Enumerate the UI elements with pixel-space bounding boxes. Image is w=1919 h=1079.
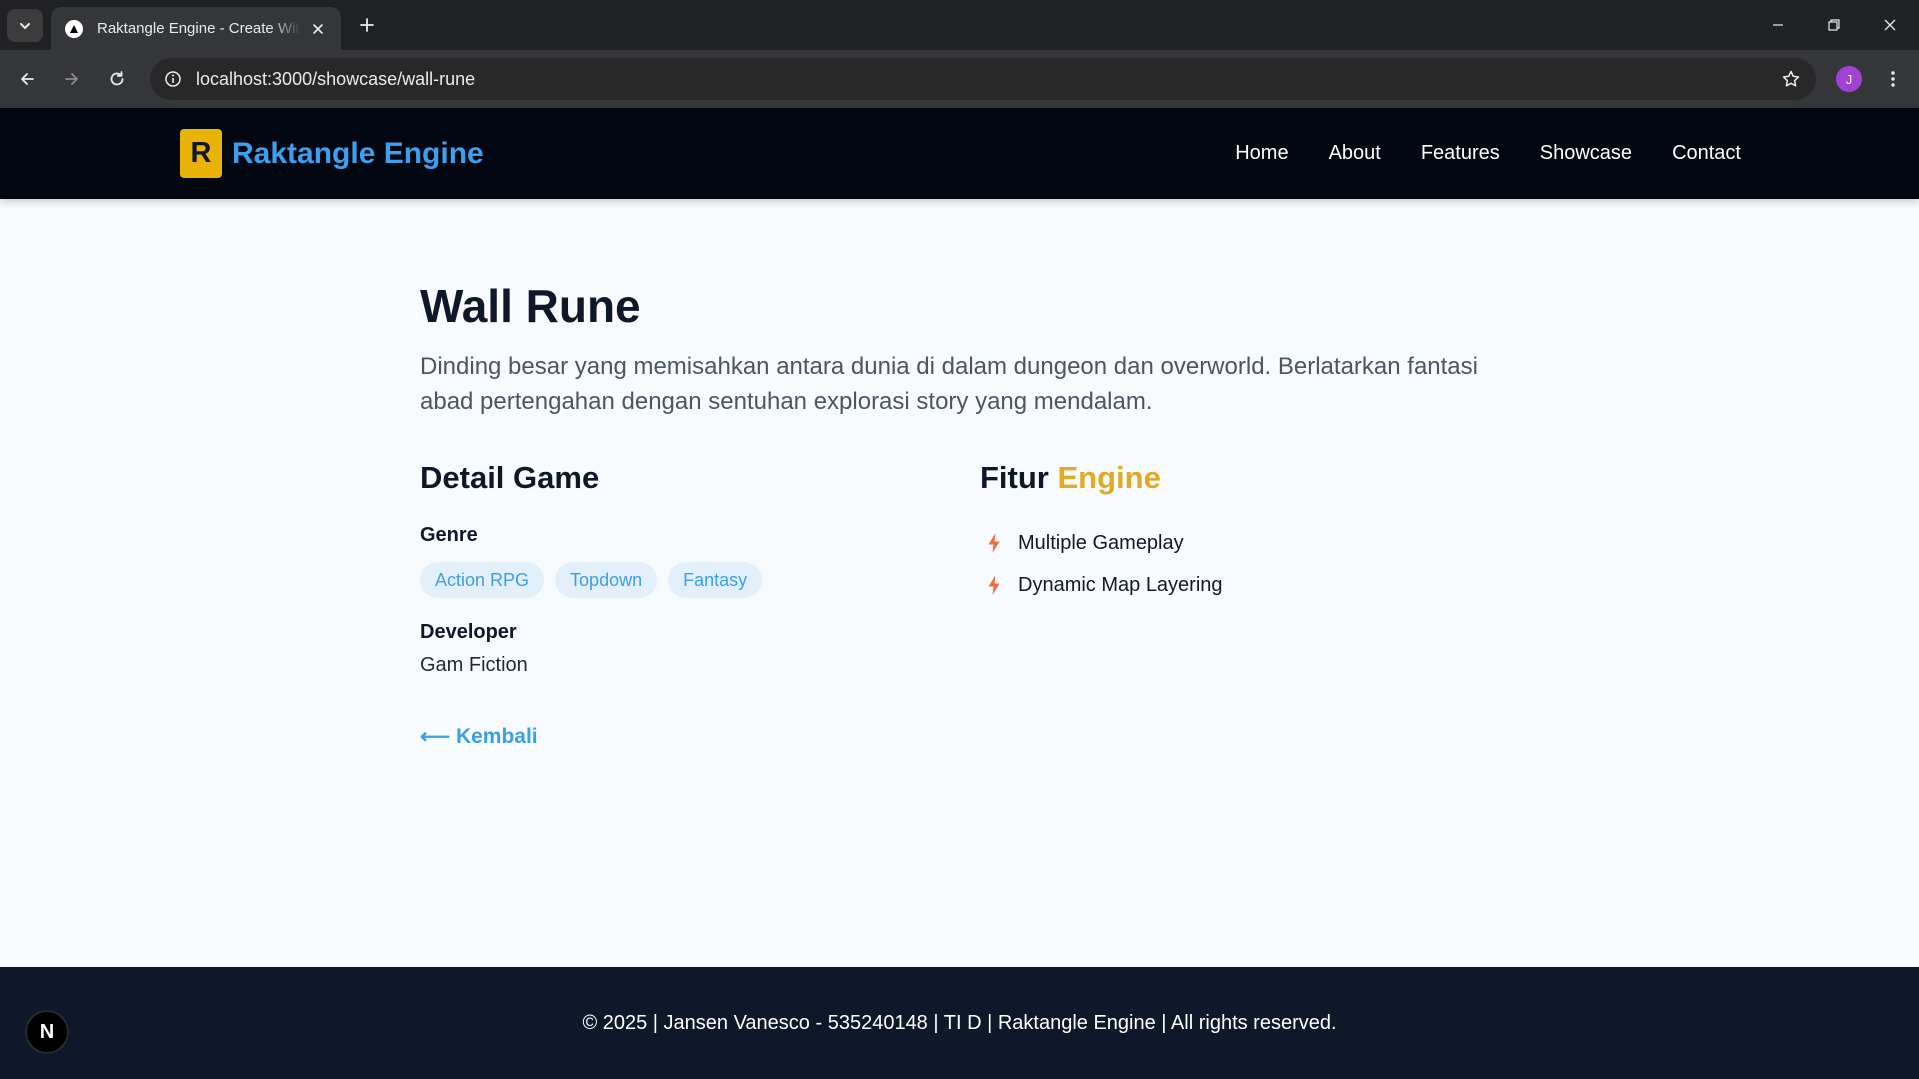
nav-link-home[interactable]: Home: [1235, 142, 1288, 165]
detail-heading: Detail Game: [420, 460, 600, 495]
minimize-button[interactable]: [1750, 0, 1806, 50]
url-text[interactable]: localhost:3000/showcase/wall-rune: [196, 69, 475, 90]
close-icon: [1884, 19, 1896, 31]
feature-item: Dynamic Map Layering: [980, 564, 1223, 606]
forward-arrow-icon: [65, 73, 78, 85]
star-icon: [1782, 70, 1800, 87]
genre-label: Genre: [420, 524, 478, 546]
site-header: R Raktangle Engine Home About Features S…: [0, 108, 1919, 199]
close-icon: [313, 23, 323, 34]
feature-list: Multiple Gameplay Dynamic Map Layering: [980, 522, 1223, 606]
nextjs-dev-tools-button[interactable]: N: [25, 1010, 69, 1054]
genre-list: Action RPG Topdown Fantasy: [420, 562, 763, 598]
plus-icon: [360, 18, 374, 32]
nav-link-features[interactable]: Features: [1421, 142, 1500, 165]
chevron-down-icon: [20, 22, 30, 29]
genre-tag: Fantasy: [668, 562, 763, 598]
tab-title: Raktangle Engine - Create With Raktangle: [97, 20, 301, 37]
developer-label: Developer: [420, 621, 517, 643]
site-info-button[interactable]: [160, 66, 186, 92]
reload-button[interactable]: [100, 62, 134, 96]
info-icon: [165, 71, 181, 87]
nav-link-contact[interactable]: Contact: [1672, 142, 1741, 165]
browser-menu-button[interactable]: [1878, 62, 1908, 96]
new-tab-button[interactable]: [352, 10, 382, 40]
brand-logo: R: [180, 129, 222, 178]
reload-icon: [110, 71, 124, 86]
restore-button[interactable]: [1806, 0, 1862, 50]
address-bar[interactable]: localhost:3000/showcase/wall-rune: [150, 58, 1816, 100]
main-nav: Home About Features Showcase Contact: [1235, 142, 1741, 165]
lightning-bolt-icon: [986, 532, 1002, 554]
tab-search-button[interactable]: [7, 9, 43, 42]
page-title: Wall Rune: [420, 280, 641, 332]
back-link[interactable]: ⟵ Kembali: [420, 724, 538, 749]
feature-text: Dynamic Map Layering: [1018, 573, 1223, 596]
features-heading-prefix: Fitur: [980, 460, 1049, 495]
back-arrow-icon: [21, 73, 34, 85]
features-heading-accent: Engine: [1057, 460, 1161, 495]
profile-avatar[interactable]: J: [1836, 66, 1862, 92]
minimize-icon: [1773, 24, 1783, 26]
genre-tag: Action RPG: [420, 562, 545, 598]
bookmark-button[interactable]: [1778, 66, 1804, 92]
browser-tab[interactable]: Raktangle Engine - Create With Raktangle: [51, 7, 341, 50]
footer-copyright: © 2025 | Jansen Vanesco - 535240148 | TI…: [582, 1012, 1337, 1034]
lightning-bolt-icon: [986, 574, 1002, 596]
brand-name: Raktangle Engine: [232, 136, 484, 170]
kebab-menu-icon: [1891, 71, 1895, 87]
restore-icon: [1828, 19, 1840, 31]
nav-link-about[interactable]: About: [1329, 142, 1381, 165]
browser-toolbar: localhost:3000/showcase/wall-rune J: [0, 50, 1919, 108]
genre-tag: Topdown: [555, 562, 658, 598]
close-tab-button[interactable]: [307, 18, 329, 40]
site-footer: © 2025 | Jansen Vanesco - 535240148 | TI…: [0, 967, 1919, 1079]
developer-value: Gam Fiction: [420, 654, 528, 676]
feature-text: Multiple Gameplay: [1018, 531, 1184, 554]
game-description: Dinding besar yang memisahkan antara dun…: [420, 353, 1478, 415]
nextjs-favicon-icon: [65, 19, 83, 38]
close-window-button[interactable]: [1862, 0, 1918, 50]
browser-tab-strip: Raktangle Engine - Create With Raktangle: [0, 0, 1919, 50]
features-heading: Fitur Engine: [980, 460, 1161, 496]
feature-item: Multiple Gameplay: [980, 522, 1223, 564]
brand-link[interactable]: R Raktangle Engine: [180, 129, 484, 178]
back-button[interactable]: [10, 62, 44, 96]
nav-link-showcase[interactable]: Showcase: [1540, 142, 1632, 165]
forward-button[interactable]: [55, 62, 89, 96]
nextjs-logo-icon: N: [39, 1020, 55, 1043]
